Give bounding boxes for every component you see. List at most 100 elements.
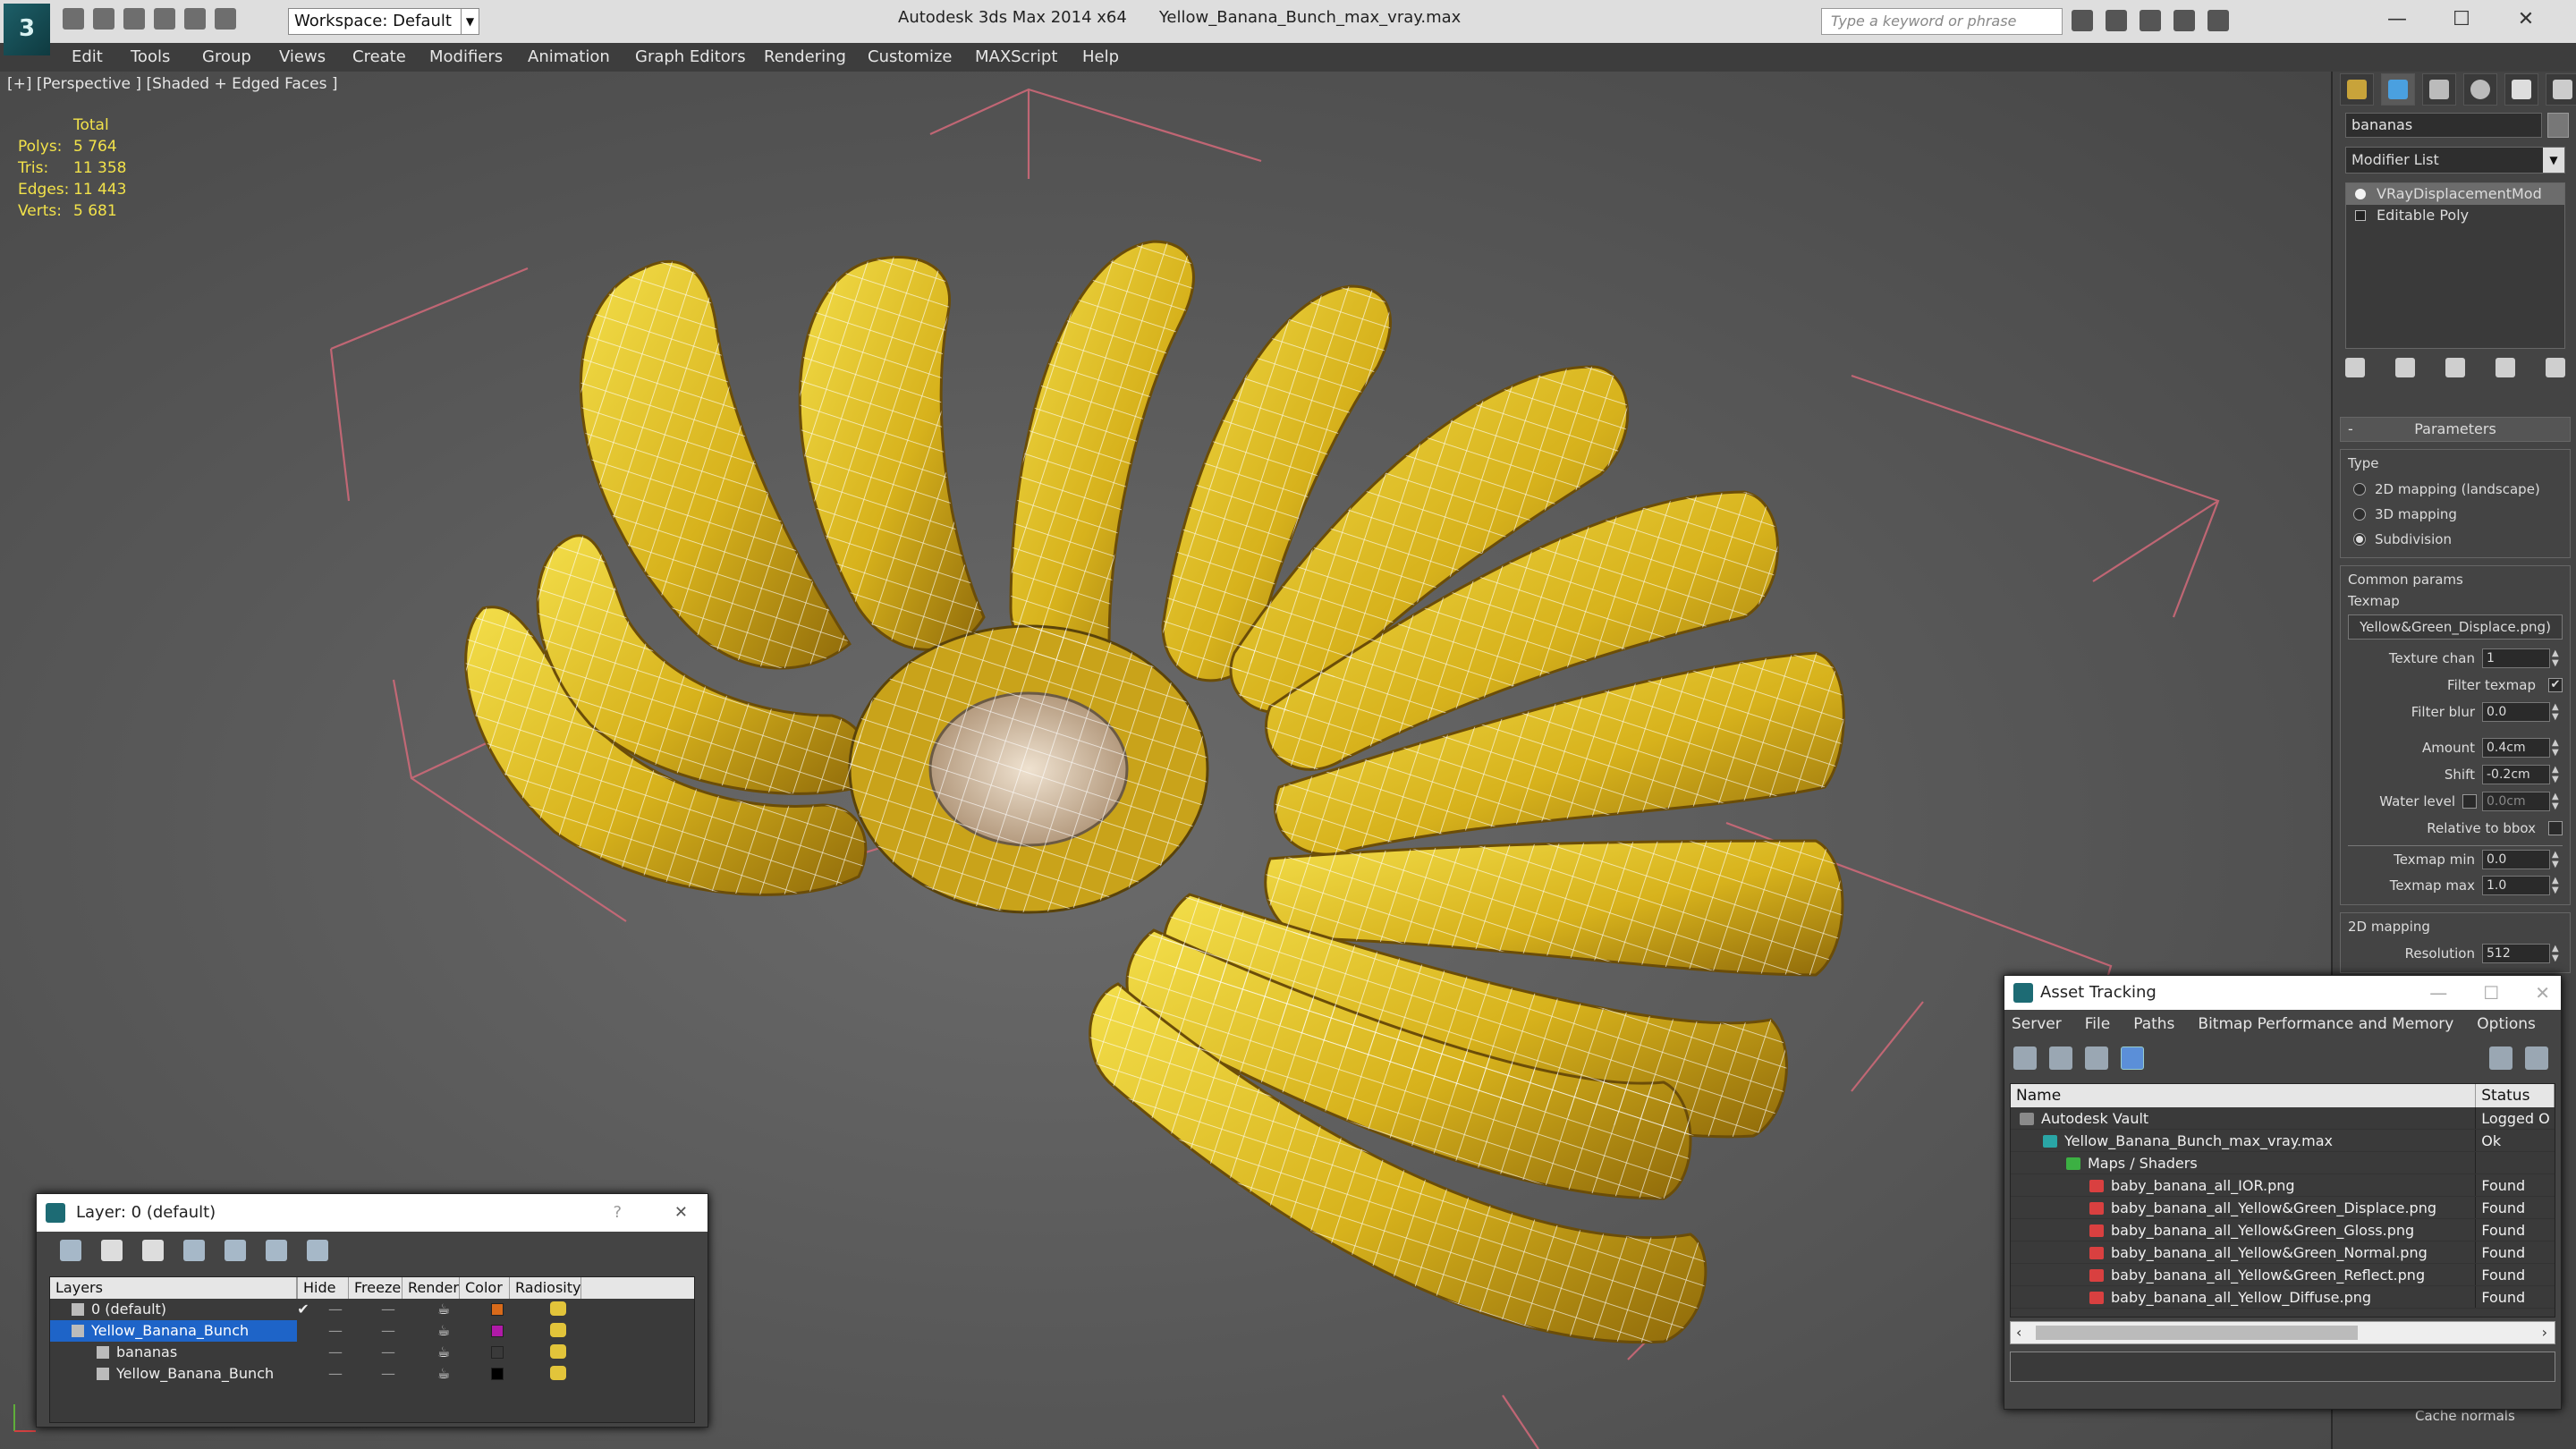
scrollbar-thumb[interactable]: [2036, 1326, 2358, 1340]
remove-modifier-icon[interactable]: [2496, 358, 2515, 377]
hide-all-layers-icon[interactable]: [266, 1240, 287, 1261]
render-teapot-icon[interactable]: ☕: [415, 1342, 472, 1363]
layer-color-swatch[interactable]: [491, 1346, 504, 1359]
spinner-icon[interactable]: ▲ ▼: [2552, 850, 2563, 869]
asset-row[interactable]: baby_banana_all_Yellow&Green_Reflect.png…: [2011, 1264, 2555, 1286]
close-button[interactable]: ✕: [2494, 4, 2558, 36]
open-file-icon[interactable]: [93, 8, 114, 30]
object-name-field[interactable]: bananas: [2345, 113, 2542, 138]
tab-modify[interactable]: [2381, 73, 2415, 106]
asset-row[interactable]: baby_banana_all_Yellow&Green_Gloss.png Fo…: [2011, 1219, 2555, 1241]
texmap-button[interactable]: Yellow&Green_Displace.png): [2348, 614, 2563, 640]
highlight-layer-icon[interactable]: [225, 1240, 246, 1261]
hide-toggle[interactable]: —: [309, 1363, 361, 1385]
freeze-toggle[interactable]: —: [361, 1320, 415, 1342]
resolution-input[interactable]: 512: [2482, 944, 2550, 963]
layer-dialog-titlebar[interactable]: Layer: 0 (default) ? ✕: [37, 1194, 708, 1232]
show-end-result-icon[interactable]: [2395, 358, 2415, 377]
water-level-checkbox[interactable]: [2462, 794, 2477, 809]
create-layer-icon[interactable]: [60, 1240, 81, 1261]
shift-input[interactable]: -0.2cm: [2482, 765, 2550, 784]
spinner-icon[interactable]: ▲ ▼: [2552, 792, 2563, 811]
add-to-layer-icon[interactable]: [142, 1240, 164, 1261]
spinner-icon[interactable]: ▲ ▼: [2552, 944, 2563, 963]
spinner-icon[interactable]: ▲ ▼: [2552, 738, 2563, 758]
radio-2d-mapping[interactable]: 2D mapping (landscape): [2348, 477, 2563, 502]
scroll-left-icon[interactable]: ‹: [2016, 1322, 2021, 1343]
help-button[interactable]: ?: [613, 1194, 622, 1232]
layer-color-swatch[interactable]: [491, 1303, 504, 1316]
active-layer-mark[interactable]: [297, 1363, 309, 1385]
layer-name-cell[interactable]: 0 (default): [50, 1299, 297, 1320]
maximize-button[interactable]: ☐: [2429, 4, 2494, 36]
radiosity-icon[interactable]: [550, 1301, 566, 1316]
render-teapot-icon[interactable]: ☕: [415, 1299, 472, 1320]
col-layers[interactable]: Layers: [50, 1277, 297, 1299]
freeze-toggle[interactable]: —: [361, 1363, 415, 1385]
tab-create[interactable]: [2340, 73, 2374, 106]
hide-toggle[interactable]: —: [309, 1342, 361, 1363]
modifier-list-dropdown[interactable]: Modifier List ▼: [2345, 147, 2565, 174]
col-freeze[interactable]: Freeze: [349, 1277, 402, 1299]
asset-row[interactable]: baby_banana_all_Yellow_Diffuse.png Found: [2011, 1286, 2555, 1309]
asset-menu-bitmap[interactable]: Bitmap Performance and Memory: [2198, 1010, 2453, 1038]
render-teapot-icon[interactable]: ☕: [415, 1363, 472, 1385]
delete-layer-icon[interactable]: [101, 1240, 123, 1261]
pin-stack-icon[interactable]: [2345, 358, 2365, 377]
layer-row[interactable]: bananas — — ☕: [50, 1342, 694, 1363]
tab-utilities[interactable]: [2546, 73, 2576, 106]
table-view-icon[interactable]: [2121, 1046, 2144, 1070]
hide-toggle[interactable]: —: [309, 1299, 361, 1320]
layer-name-cell[interactable]: Yellow_Banana_Bunch: [50, 1363, 297, 1385]
freeze-toggle[interactable]: —: [361, 1342, 415, 1363]
stack-item-vray-displacement[interactable]: VRayDisplacementMod: [2346, 183, 2564, 205]
menu-tools[interactable]: Tools: [131, 47, 170, 66]
make-unique-icon[interactable]: [2445, 358, 2465, 377]
search-input[interactable]: Type a keyword or phrase: [1821, 8, 2063, 35]
radio-subdivision[interactable]: Subdivision: [2348, 527, 2563, 552]
spinner-icon[interactable]: ▲ ▼: [2552, 765, 2563, 784]
spinner-icon[interactable]: ▲ ▼: [2552, 648, 2563, 668]
exchange-icon[interactable]: [2140, 10, 2161, 31]
col-hide[interactable]: Hide: [297, 1277, 349, 1299]
help-icon[interactable]: [2207, 10, 2229, 31]
configure-modifier-sets-icon[interactable]: [2546, 358, 2565, 377]
help-icon[interactable]: [2489, 1046, 2512, 1070]
asset-menu-paths[interactable]: Paths: [2133, 1010, 2174, 1038]
minimize-button[interactable]: —: [2429, 976, 2447, 1010]
object-color-swatch[interactable]: [2547, 113, 2569, 138]
menu-edit[interactable]: Edit: [72, 47, 103, 66]
asset-row[interactable]: baby_banana_all_Yellow&Green_Displace.pn…: [2011, 1197, 2555, 1219]
star-icon[interactable]: [2174, 10, 2195, 31]
menu-views[interactable]: Views: [279, 47, 326, 66]
active-layer-mark[interactable]: [297, 1320, 309, 1342]
minimize-button[interactable]: —: [2365, 4, 2429, 36]
new-file-icon[interactable]: [63, 8, 84, 30]
asset-row[interactable]: Yellow_Banana_Bunch_max_vray.max Ok: [2011, 1130, 2555, 1152]
amount-input[interactable]: 0.4cm: [2482, 738, 2550, 758]
expand-icon[interactable]: [2355, 210, 2366, 221]
app-logo-icon[interactable]: 3: [4, 4, 50, 55]
key-icon[interactable]: [2106, 10, 2127, 31]
list-view-icon[interactable]: [2049, 1046, 2072, 1070]
filter-blur-input[interactable]: 0.0: [2482, 702, 2550, 722]
layer-name-cell[interactable]: bananas: [50, 1342, 297, 1363]
asset-dialog-titlebar[interactable]: Asset Tracking — ☐ ✕: [2004, 976, 2561, 1010]
relative-bbox-checkbox[interactable]: [2548, 821, 2563, 835]
binoculars-icon[interactable]: [2072, 10, 2093, 31]
refresh-icon[interactable]: [2013, 1046, 2037, 1070]
scroll-right-icon[interactable]: ›: [2542, 1322, 2547, 1343]
layer-row[interactable]: 0 (default) ✔ — — ☕: [50, 1299, 694, 1320]
asset-row[interactable]: baby_banana_all_IOR.png Found: [2011, 1174, 2555, 1197]
asset-menu-file[interactable]: File: [2085, 1010, 2110, 1038]
workspace-dropdown[interactable]: Workspace: Default ▼: [288, 8, 479, 35]
tab-hierarchy[interactable]: [2422, 73, 2456, 106]
freeze-toggle[interactable]: —: [361, 1299, 415, 1320]
menu-group[interactable]: Group: [202, 47, 251, 66]
detail-view-icon[interactable]: [2085, 1046, 2108, 1070]
active-layer-mark[interactable]: ✔: [297, 1299, 309, 1320]
col-render[interactable]: Render: [402, 1277, 460, 1299]
menu-graph-editors[interactable]: Graph Editors: [635, 47, 746, 66]
col-name[interactable]: Name: [2011, 1084, 2477, 1107]
asset-row[interactable]: baby_banana_all_Yellow&Green_Normal.png F…: [2011, 1241, 2555, 1264]
